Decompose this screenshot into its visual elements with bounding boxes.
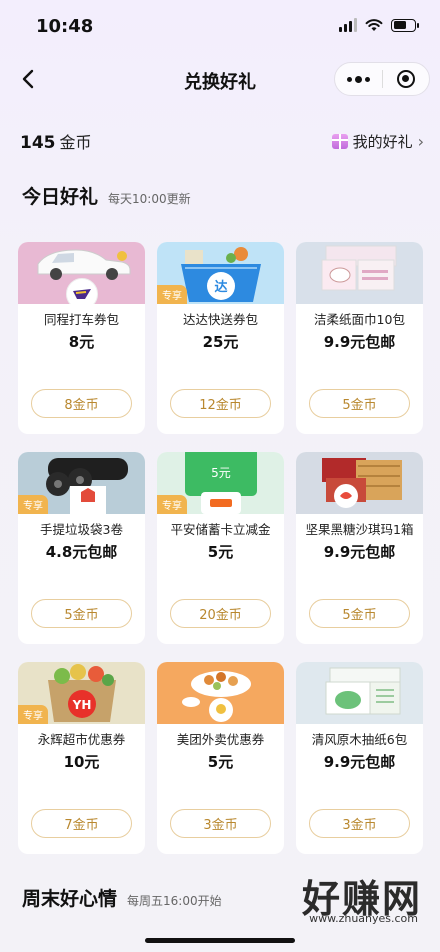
- sachima-box-illustration: [322, 458, 402, 508]
- coin-amount: 145: [20, 133, 56, 153]
- redeem-button[interactable]: 5金币: [309, 389, 410, 418]
- tissue-packs-illustration: [321, 245, 397, 291]
- my-gifts-label: 我的好礼: [352, 132, 413, 151]
- redeem-button[interactable]: 3金币: [309, 809, 410, 838]
- product-image: [157, 662, 284, 724]
- brand-logo: [201, 492, 241, 514]
- product-image: 专享: [18, 452, 145, 514]
- more-dots-icon: [346, 75, 370, 83]
- discount-card-text: 5元: [211, 465, 231, 480]
- svg-text:达: 达: [214, 279, 227, 295]
- product-name: 坚果黑糖沙琪玛1箱: [305, 522, 414, 537]
- close-miniprogram-button[interactable]: [383, 63, 430, 95]
- miniprogram-capsule: [334, 62, 430, 96]
- my-gifts-link[interactable]: 我的好礼 ›: [331, 131, 424, 152]
- today-section-header: 今日好礼 每天10:00更新: [22, 182, 191, 209]
- product-image: YH 专享: [18, 662, 145, 724]
- gift-card[interactable]: 5元 专享 平安储蓄卡立减金 5元 20金币: [157, 452, 284, 644]
- gift-card[interactable]: 达 专享 达达快送券包 25元 12金币: [157, 242, 284, 434]
- status-bar: 10:48: [0, 0, 440, 54]
- redeem-button[interactable]: 12金币: [170, 389, 271, 418]
- redeem-button[interactable]: 5金币: [31, 599, 132, 628]
- product-price: 5元: [207, 753, 234, 771]
- gift-card[interactable]: 专享 手提垃圾袋3卷 4.8元包邮 5金币: [18, 452, 145, 644]
- product-name: 达达快送券包: [182, 312, 258, 327]
- exclusive-tag: 专享: [18, 705, 48, 724]
- product-name: 手提垃圾袋3卷: [40, 522, 123, 537]
- section-title: 周末好心情: [22, 888, 118, 910]
- product-price: 9.9元包邮: [323, 543, 396, 561]
- redeem-button[interactable]: 7金币: [31, 809, 132, 838]
- wifi-icon: [365, 19, 383, 31]
- coin-balance-row: 145 金币 我的好礼 ›: [20, 126, 424, 156]
- product-price: 10元: [63, 753, 100, 771]
- gift-card[interactable]: 同程打车券包 8元 8金币: [18, 242, 145, 434]
- gift-card[interactable]: 坚果黑糖沙琪玛1箱 9.9元包邮 5金币: [296, 452, 423, 644]
- gift-icon: [331, 133, 348, 149]
- weekend-section-header: 周末好心情 每周五16:00开始: [22, 884, 222, 911]
- more-button[interactable]: [335, 63, 382, 95]
- product-image: 5元 专享: [157, 452, 284, 514]
- svg-text:YH: YH: [72, 698, 92, 712]
- nav-bar: 兑换好礼: [0, 54, 440, 104]
- chevron-right-icon: ›: [417, 131, 424, 151]
- product-name: 平安储蓄卡立减金: [170, 522, 271, 537]
- tongcheng-logo-icon: [72, 289, 91, 299]
- product-image: [296, 662, 423, 724]
- exclusive-tag: 专享: [157, 285, 187, 304]
- product-image: 达 专享: [157, 242, 284, 304]
- home-indicator: [145, 938, 295, 943]
- section-subtitle: 每周五16:00开始: [127, 894, 222, 908]
- product-name: 美团外卖优惠券: [176, 732, 265, 747]
- coin-unit: 金币: [59, 133, 92, 152]
- exclusive-tag: 专享: [157, 495, 187, 514]
- redeem-button[interactable]: 5金币: [309, 599, 410, 628]
- product-image: [296, 242, 423, 304]
- product-name: 洁柔纸面巾10包: [314, 312, 405, 327]
- brand-logo: [65, 278, 98, 304]
- pingan-logo-icon: [210, 499, 232, 507]
- product-name: 清风原木抽纸6包: [311, 732, 408, 747]
- status-icons: [339, 18, 419, 32]
- product-price: 5元: [207, 543, 234, 561]
- takeout-food-illustration: [182, 671, 251, 722]
- gift-card[interactable]: 洁柔纸面巾10包 9.9元包邮 5金币: [296, 242, 423, 434]
- product-price: 4.8元包邮: [45, 543, 118, 561]
- product-image: [18, 242, 145, 304]
- tissue-box-illustration: [325, 667, 401, 715]
- section-title: 今日好礼: [22, 186, 99, 208]
- exclusive-tag: 专享: [18, 495, 48, 514]
- redeem-button[interactable]: 20金币: [170, 599, 271, 628]
- gift-card[interactable]: 美团外卖优惠券 5元 3金币: [157, 662, 284, 854]
- section-subtitle: 每天10:00更新: [108, 192, 191, 206]
- product-price: 8元: [68, 333, 95, 351]
- gift-card[interactable]: YH 专享 永辉超市优惠券 10元 7金币: [18, 662, 145, 854]
- gift-grid: 同程打车券包 8元 8金币 达 专享 达达快送券包 25元 12金币 洁柔纸面巾…: [18, 242, 424, 854]
- redeem-button[interactable]: 8金币: [31, 389, 132, 418]
- product-image: [296, 452, 423, 514]
- product-price: 9.9元包邮: [323, 753, 396, 771]
- coin-balance: 145 金币: [20, 129, 92, 153]
- redeem-button[interactable]: 3金币: [170, 809, 271, 838]
- product-price: 9.9元包邮: [323, 333, 396, 351]
- discount-card-graphic: 5元: [185, 452, 257, 496]
- watermark-url: www.zhuanyes.com: [309, 912, 418, 925]
- target-icon: [396, 70, 415, 88]
- product-price: 25元: [202, 333, 239, 351]
- signal-icon: [339, 18, 357, 32]
- battery-icon: [391, 18, 419, 32]
- product-name: 同程打车券包: [43, 312, 119, 327]
- status-time: 10:48: [36, 16, 94, 37]
- product-name: 永辉超市优惠券: [37, 732, 126, 747]
- gift-card[interactable]: 清风原木抽纸6包 9.9元包邮 3金币: [296, 662, 423, 854]
